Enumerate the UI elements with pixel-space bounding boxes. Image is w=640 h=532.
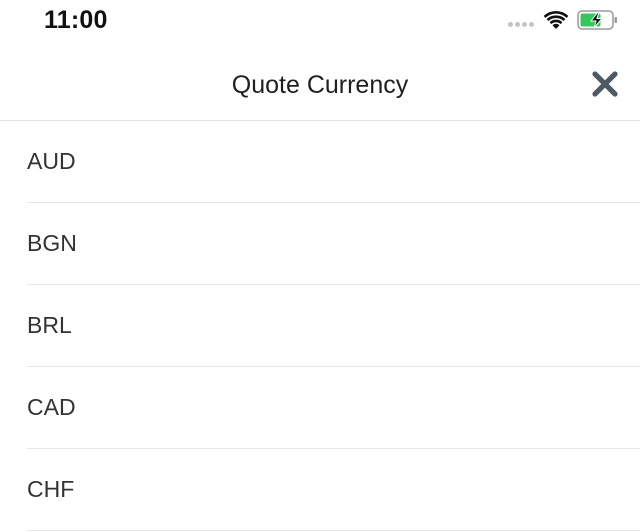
currency-row-chf[interactable]: CHF [0,449,640,531]
currency-label: BGN [27,230,77,256]
currency-label: BRL [27,312,72,338]
currency-row-aud[interactable]: AUD [0,121,640,203]
currency-label: CAD [27,394,76,420]
status-time: 11:00 [44,6,108,34]
close-button[interactable] [588,67,622,101]
status-bar: 11:00 [0,0,640,44]
currency-row-bgn[interactable]: BGN [0,203,640,285]
cellular-signal-icon [508,22,538,28]
nav-bar: Quote Currency [0,44,640,121]
currency-label: AUD [27,148,76,174]
battery-charging-icon [577,10,617,30]
currency-row-cad[interactable]: CAD [0,367,640,449]
close-icon [592,71,618,97]
currency-label: CHF [27,476,75,502]
currency-row-brl[interactable]: BRL [0,285,640,367]
page-title: Quote Currency [231,71,409,99]
wifi-icon [543,10,569,29]
currency-list: AUD BGN BRL CAD CHF [0,121,640,531]
